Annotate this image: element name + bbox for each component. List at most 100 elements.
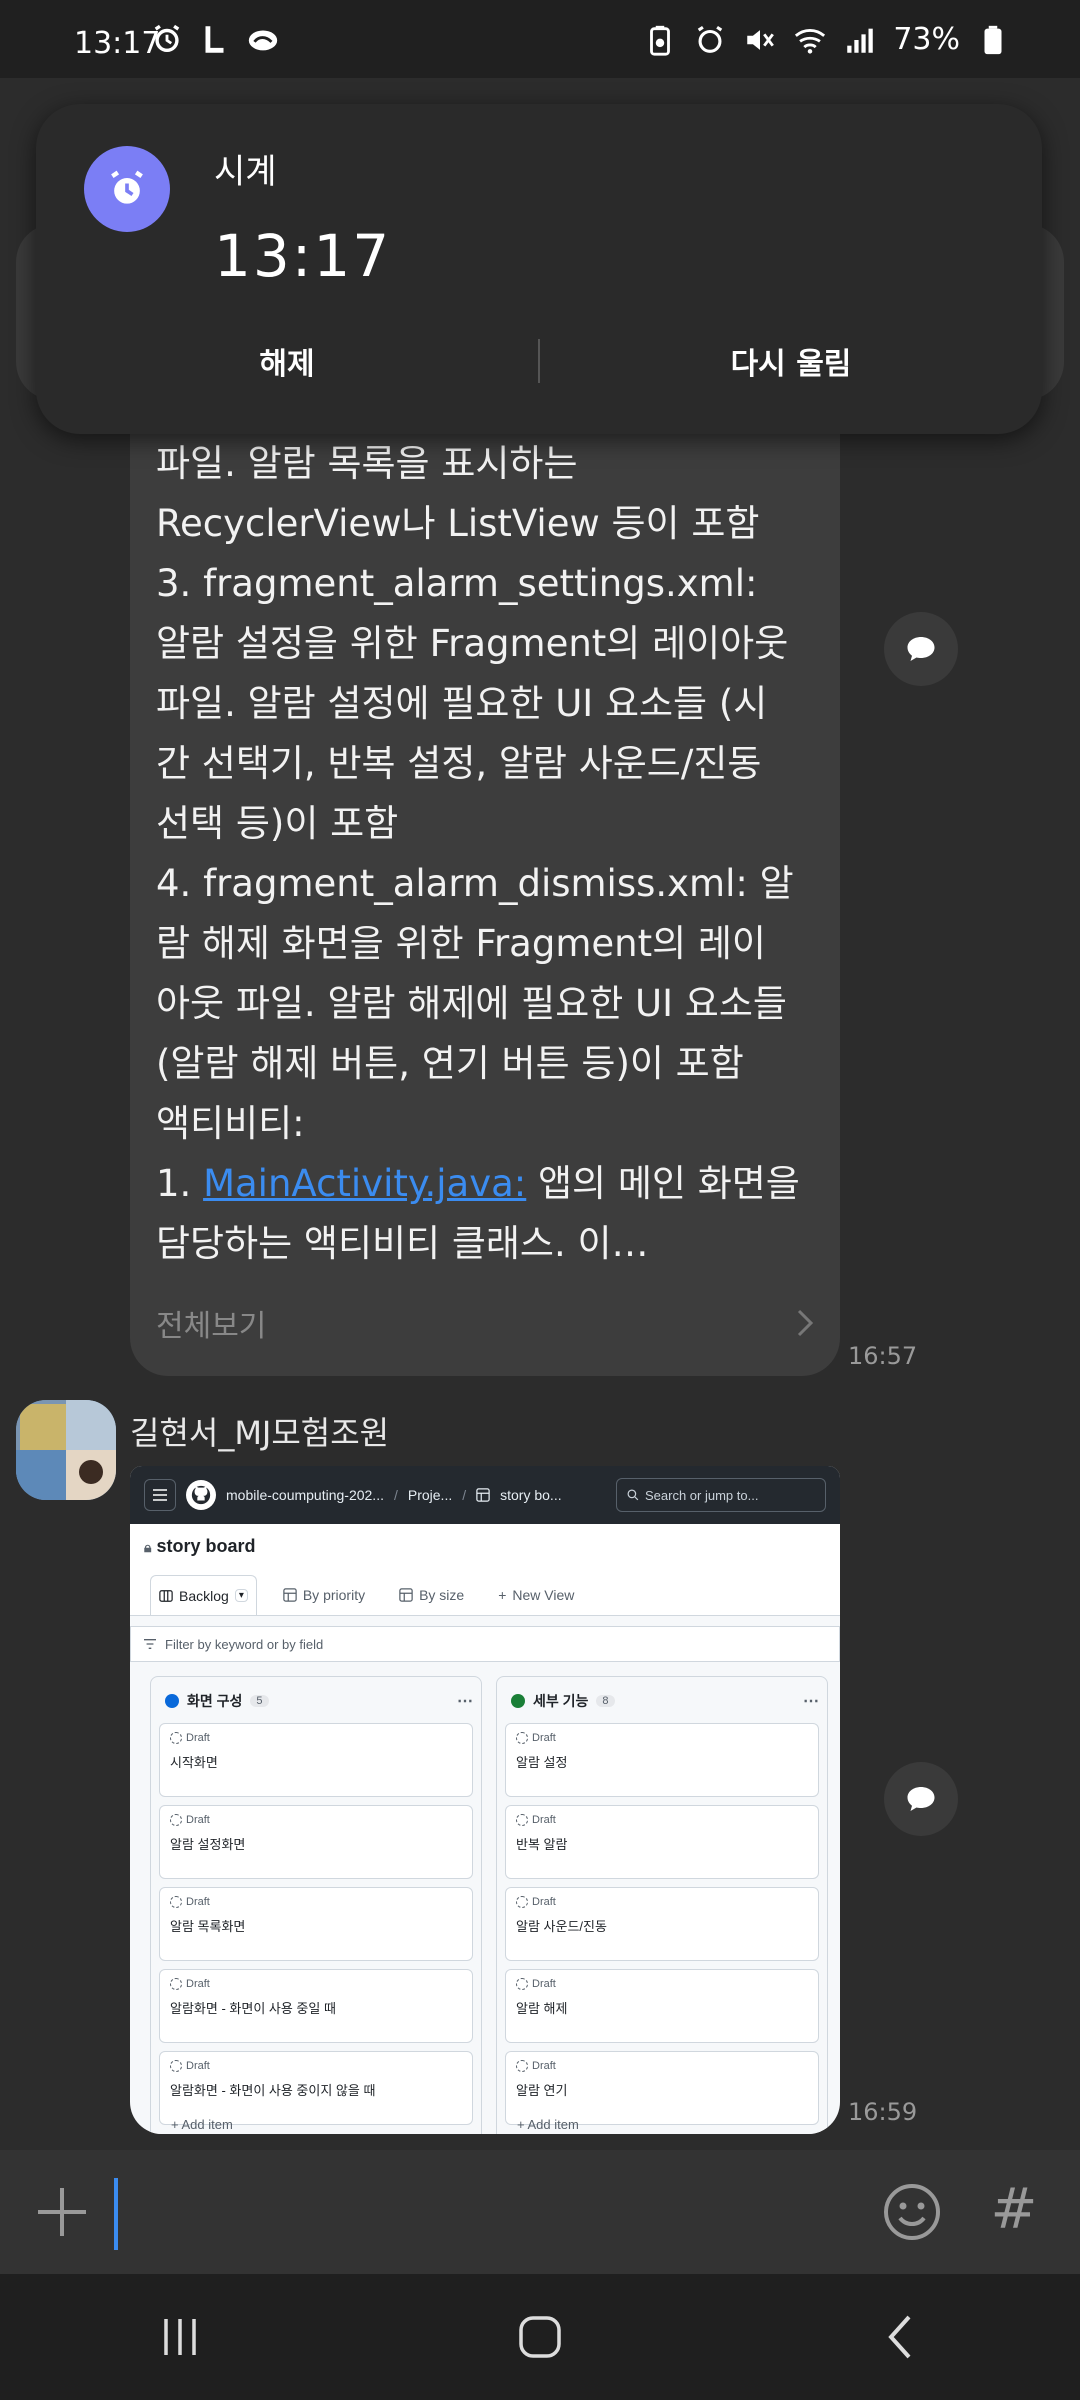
gh-search-box: Search or jump to... bbox=[616, 1478, 826, 1512]
gh-column-title: 화면 구성 bbox=[187, 1693, 243, 1709]
alarm-small-icon bbox=[698, 25, 723, 53]
gh-card-title: 알람 목록화면 bbox=[170, 1919, 246, 1934]
board-icon bbox=[159, 1589, 173, 1602]
gh-separator: / bbox=[462, 1487, 467, 1503]
gh-board-columns: 화면 구성 5 ⋯ Draft 시작화면 Draft 알람 설정화면 Draft 알람… bbox=[150, 1676, 828, 2134]
gh-column-count: 5 bbox=[250, 1695, 269, 1707]
hashtag-button[interactable]: # bbox=[982, 2178, 1046, 2242]
plus-icon[interactable] bbox=[30, 2180, 94, 2244]
gh-filter-bar: Filter by keyword or by field bbox=[130, 1626, 840, 1662]
avatar-collage-icon bbox=[16, 1400, 116, 1500]
message-bubble[interactable]: 파일. 알람 목록을 표시하는 RecyclerView나 ListView 등… bbox=[130, 420, 840, 1376]
gh-column-header: 화면 구성 5 ⋯ bbox=[159, 1687, 473, 1715]
table-icon bbox=[283, 1588, 297, 1602]
gh-card-status: Draft bbox=[186, 1732, 210, 1744]
gh-card-title: 알람 해제 bbox=[516, 2001, 568, 2016]
battery-saver-icon bbox=[650, 25, 671, 56]
gh-card-title: 시작화면 bbox=[170, 1755, 218, 1770]
table-icon bbox=[399, 1588, 413, 1602]
gh-card-title: 알람화면 - 화면이 사용 중이지 않을 때 bbox=[170, 2083, 376, 2098]
status-left-icons bbox=[150, 22, 280, 56]
more-options-icon: ⋯ bbox=[457, 1693, 473, 1710]
github-logo-icon bbox=[186, 1480, 216, 1510]
notification-alarm-time: 13:17 bbox=[214, 222, 392, 290]
link-prefix: 1. bbox=[156, 1162, 204, 1205]
draft-icon bbox=[170, 1732, 182, 1744]
gh-card: Draft 알람 설정 bbox=[505, 1723, 819, 1797]
emoji-icon[interactable] bbox=[880, 2180, 944, 2244]
draft-icon bbox=[170, 1896, 182, 1908]
gh-card-status: Draft bbox=[532, 1978, 556, 1990]
message-input[interactable] bbox=[120, 2174, 840, 2250]
speech-bubble-icon bbox=[907, 637, 935, 661]
share-button[interactable] bbox=[884, 1762, 958, 1836]
clock-app-icon bbox=[84, 146, 170, 232]
gh-card-title: 알람 설정 bbox=[516, 1755, 568, 1770]
gh-card-status: Draft bbox=[186, 1814, 210, 1826]
draft-icon bbox=[516, 1978, 528, 1990]
message-line: RecyclerView나 ListView 등이 포함 bbox=[156, 502, 760, 545]
home-button[interactable] bbox=[500, 2297, 580, 2377]
gh-crumb: Proje... bbox=[407, 1487, 453, 1503]
back-button[interactable] bbox=[860, 2297, 940, 2377]
gh-card-status: Draft bbox=[532, 2060, 556, 2072]
signal-icon bbox=[847, 28, 874, 53]
message-line: 람 해제 화면을 위한 Fragment의 레이 bbox=[156, 922, 766, 965]
gh-card: Draft 시작화면 bbox=[159, 1723, 473, 1797]
message-line: (알람 해제 버튼, 연기 버튼 등)이 포함 bbox=[156, 1042, 744, 1085]
sender-avatar[interactable] bbox=[16, 1400, 116, 1500]
status-bar: 13:17 73% bbox=[0, 0, 1080, 78]
chevron-right-icon bbox=[797, 1309, 814, 1337]
gh-card: Draft 알람 사운드/진동 bbox=[505, 1887, 819, 1961]
search-icon bbox=[627, 1489, 639, 1501]
table-icon bbox=[476, 1488, 490, 1502]
plus-icon: + bbox=[498, 1587, 507, 1603]
cloud-icon bbox=[248, 30, 278, 51]
gh-card: Draft 알람 연기 bbox=[505, 2051, 819, 2125]
chat-screen: 13:17 73% 시계 13:17 해제 다시 울림 파일. 알람 목록을 표… bbox=[0, 0, 1080, 2400]
gh-tab-label: By priority bbox=[302, 1587, 366, 1603]
gh-tab-by-size: By size bbox=[391, 1575, 472, 1615]
gh-add-item: + Add item bbox=[171, 2117, 233, 2132]
dismiss-button[interactable]: 해제 bbox=[36, 339, 538, 383]
gh-crumb: story bo... bbox=[500, 1487, 562, 1503]
message-line: 4. fragment_alarm_dismiss.xml: 알 bbox=[156, 862, 794, 905]
gh-filter-placeholder: Filter by keyword or by field bbox=[165, 1636, 324, 1652]
gh-card-status: Draft bbox=[532, 1732, 556, 1744]
view-more-button[interactable]: 전체보기 bbox=[156, 1298, 816, 1348]
gh-card-status: Draft bbox=[186, 1978, 210, 1990]
gh-card-status: Draft bbox=[186, 2060, 210, 2072]
gh-tab-label: Backlog bbox=[179, 1587, 229, 1604]
draft-icon bbox=[170, 1814, 182, 1826]
shared-image[interactable]: mobile-coumputing-202... / Proje... / st… bbox=[130, 1466, 840, 2134]
gh-tab-label: By size bbox=[419, 1587, 465, 1603]
wifi-icon bbox=[795, 28, 826, 54]
more-options-icon: ⋯ bbox=[803, 1693, 819, 1710]
gh-column: 세부 기능 8 ⋯ Draft 알람 설정 Draft 반복 알람 Draft 알람 … bbox=[496, 1676, 828, 2134]
message-line: 간 선택기, 반복 설정, 알람 사운드/진동 bbox=[156, 742, 762, 785]
gh-card: Draft 알람 해제 bbox=[505, 1969, 819, 2043]
battery-percent: 73% bbox=[893, 22, 960, 57]
message-time: 16:57 bbox=[848, 1342, 918, 1370]
share-button[interactable] bbox=[884, 612, 958, 686]
gh-column-count: 8 bbox=[596, 1695, 615, 1707]
recent-apps-button[interactable] bbox=[140, 2297, 220, 2377]
gh-add-item: + Add item bbox=[517, 2117, 579, 2132]
letter-l-icon bbox=[205, 26, 224, 53]
status-time: 13:17 bbox=[74, 26, 161, 61]
snooze-button[interactable]: 다시 울림 bbox=[540, 339, 1042, 383]
gh-search-placeholder: Search or jump to... bbox=[645, 1487, 759, 1503]
draft-icon bbox=[516, 1732, 528, 1744]
navigation-bar bbox=[0, 2274, 1080, 2400]
alarm-notification[interactable]: 시계 13:17 해제 다시 울림 bbox=[36, 104, 1042, 434]
message-line: 아웃 파일. 알람 해제에 필요한 UI 요소들 bbox=[156, 982, 787, 1025]
tab-dropdown-icon: ▾ bbox=[234, 1589, 248, 1602]
draft-icon bbox=[516, 1896, 528, 1908]
draft-icon bbox=[170, 1978, 182, 1990]
link-suffix: 앱의 메인 화면을 bbox=[526, 1162, 800, 1205]
gh-card-status: Draft bbox=[532, 1814, 556, 1826]
draft-icon bbox=[516, 1814, 528, 1826]
message-line: 알람 설정을 위한 Fragment의 레이아웃 bbox=[156, 622, 789, 665]
mainactivity-link[interactable]: MainActivity.java: bbox=[203, 1162, 526, 1205]
battery-icon bbox=[984, 25, 1002, 54]
